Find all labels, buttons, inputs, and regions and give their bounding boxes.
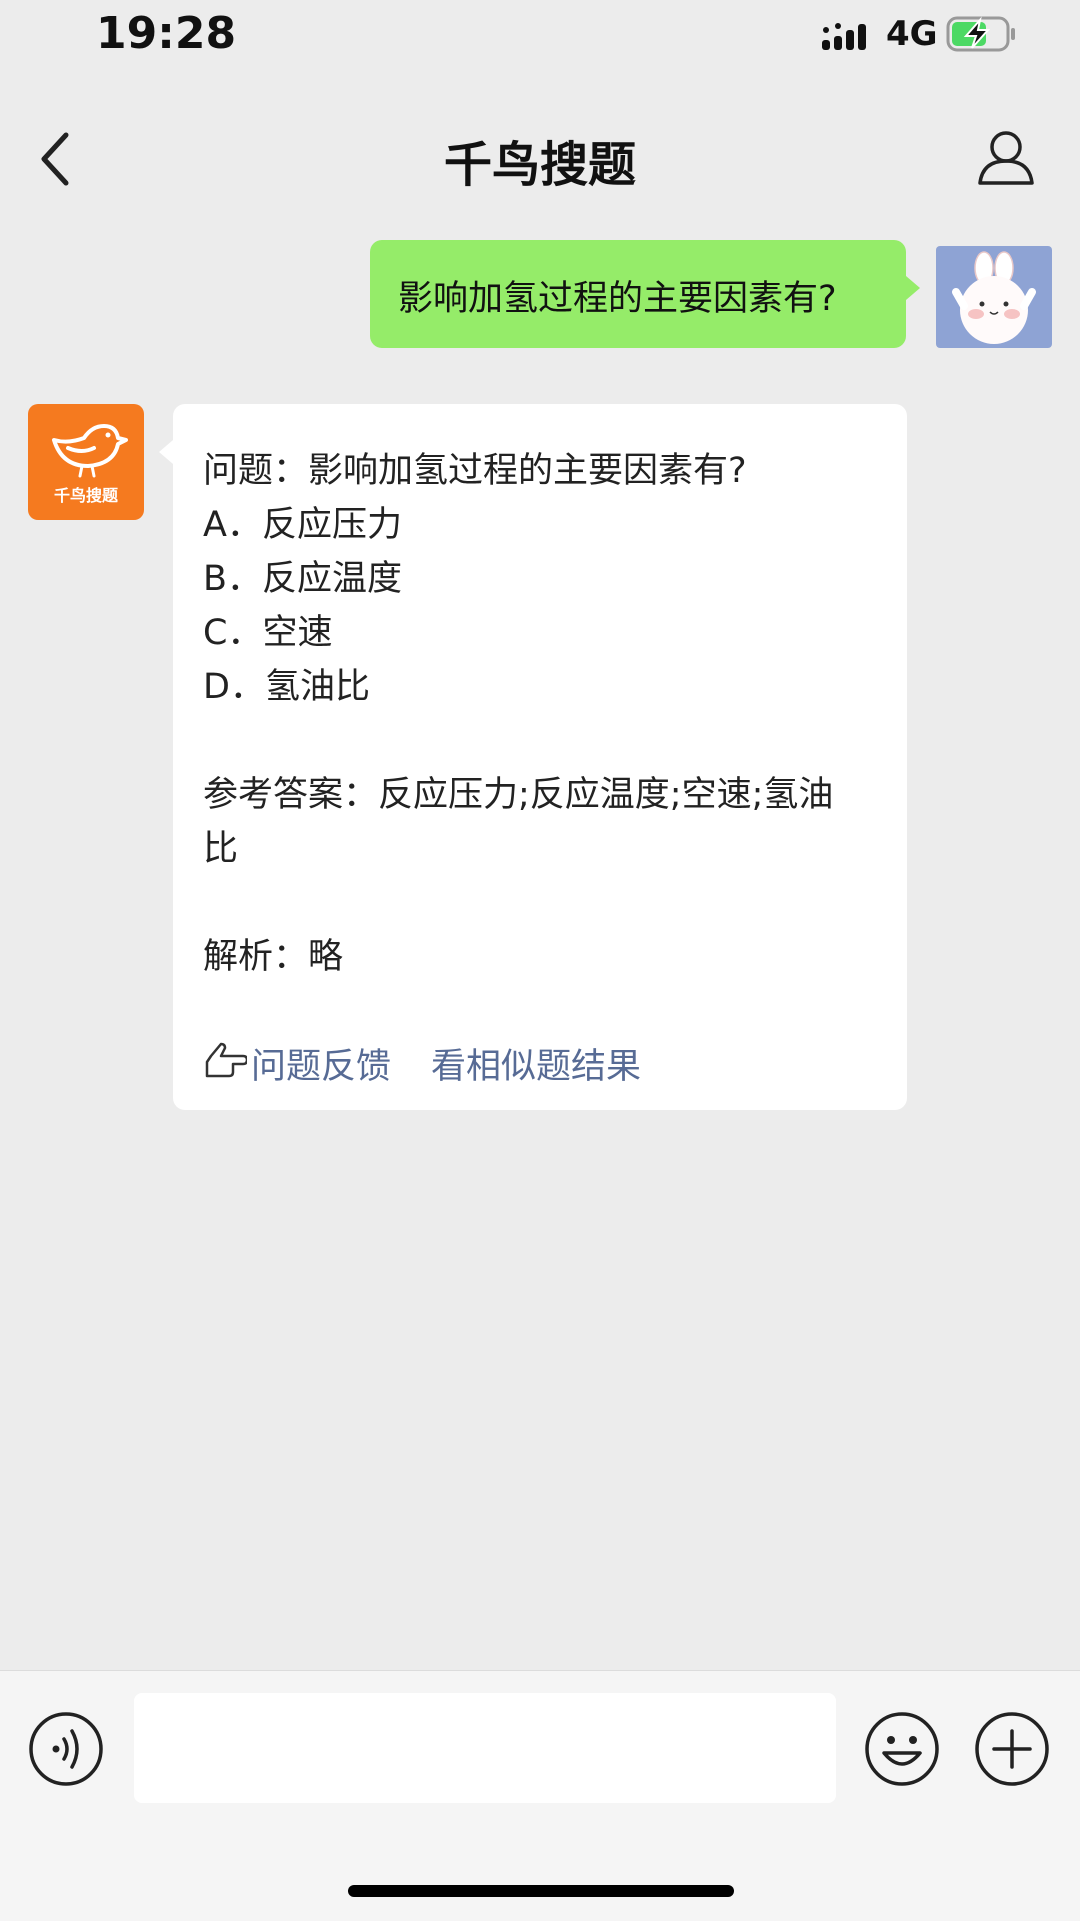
bunny-avatar-icon [952,251,1036,344]
feedback-link[interactable]: 问题反馈 [251,1038,391,1089]
signal-icon [822,23,866,50]
home-indicator [348,1885,734,1897]
emoji-icon[interactable] [864,1711,940,1787]
option-b: B．反应温度 [203,559,403,599]
plus-icon[interactable] [974,1711,1050,1787]
bot-avatar-label: 千鸟搜题 [53,486,118,505]
bot-message-bubble: 问题：影响加氢过程的主要因素有? A．反应压力 B．反应温度 C．空速 D．氢油… [159,404,907,1110]
battery-charging-icon [946,16,1015,52]
page-title: 千鸟搜题 [443,137,636,193]
question-text: 问题：影响加氢过程的主要因素有? [203,451,747,491]
nav-bar: 千鸟搜题 [0,105,1080,215]
analysis-text: 解析：略 [203,937,344,977]
message-input[interactable] [134,1693,836,1803]
user-avatar[interactable] [936,246,1052,348]
pointing-hand-icon [205,1042,247,1078]
answer-text-line2: 比 [203,829,239,869]
profile-icon[interactable] [976,127,1036,187]
answer-text-line1: 参考答案：反应压力;反应温度;空速;氢油 [203,775,834,815]
option-c: C．空速 [203,613,333,653]
status-bar: 19:28 4G [0,0,1080,70]
bot-avatar[interactable]: 千鸟搜题 [28,404,144,520]
similar-results-link[interactable]: 看相似题结果 [431,1038,641,1089]
status-time: 19:28 [96,8,237,59]
input-bar [0,1670,1080,1921]
network-type: 4G [886,14,938,54]
option-a: A．反应压力 [203,505,402,545]
option-d: D．氢油比 [203,667,370,707]
user-message-bubble: 影响加氢过程的主要因素有? [370,240,920,348]
bird-icon [52,424,128,478]
voice-icon[interactable] [28,1711,104,1787]
user-message-text: 影响加氢过程的主要因素有? [398,279,837,319]
